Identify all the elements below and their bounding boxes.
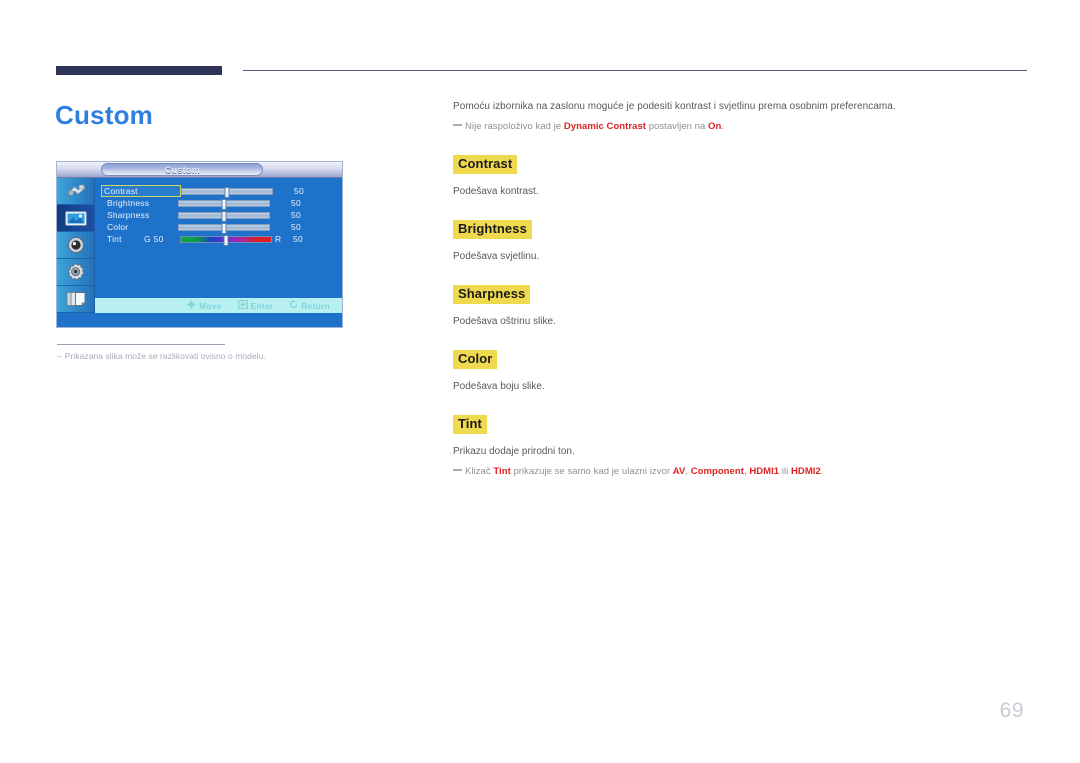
description-column: Pomoću izbornika na zaslonu moguće je po… xyxy=(453,100,1028,479)
osd-sidebar xyxy=(57,178,95,313)
note-dash-icon xyxy=(453,469,462,472)
osd-row-value: 50 xyxy=(290,222,301,232)
osd-row-label: Brightness xyxy=(107,197,150,208)
osd-row-value: 50 xyxy=(292,234,303,244)
contrast-slider[interactable] xyxy=(181,186,273,198)
footnote-dash: – xyxy=(57,351,62,361)
multi-control-pages-icon xyxy=(65,290,87,308)
osd-row-value: 50 xyxy=(290,210,301,220)
slider-knob[interactable] xyxy=(223,234,229,246)
section-heading: Sharpness xyxy=(453,285,531,304)
section-heading: Brightness xyxy=(453,220,532,239)
sidebar-item-setup[interactable] xyxy=(57,259,94,286)
return-arrow-icon xyxy=(289,300,298,311)
tint-note-accent-hdmi1: HDMI1 xyxy=(749,466,780,477)
note-text-before: Nije raspoloživo kad je xyxy=(465,121,564,132)
intro-paragraph: Pomoću izbornika na zaslonu moguće je po… xyxy=(453,101,896,112)
sharpness-slider[interactable] xyxy=(178,210,270,222)
osd-hint-label: Enter xyxy=(250,300,274,311)
tint-slider[interactable] xyxy=(180,234,272,246)
left-note-rule xyxy=(57,344,225,345)
section-contrast: Contrast Podešava kontrast. xyxy=(453,155,1028,199)
note-dash-icon xyxy=(453,124,462,127)
section-description: Prikazu dodaje prirodni ton. xyxy=(453,446,575,457)
page-title: Custom xyxy=(55,100,153,130)
tint-note-after: . xyxy=(820,466,824,477)
page-number: 69 xyxy=(999,699,1024,722)
header-rule-thin xyxy=(243,70,1027,71)
section-heading: Contrast xyxy=(453,155,518,174)
section-description: Podešava oštrinu slike. xyxy=(453,316,556,327)
note-text-after: . xyxy=(721,121,725,132)
tint-note-before: Klizač xyxy=(465,466,494,477)
enter-key-icon xyxy=(237,299,248,311)
section-tint: Tint Prikazu dodaje prirodni ton. Klizač… xyxy=(453,415,1028,479)
setup-gear-icon xyxy=(65,262,86,282)
tint-note-accent-av: AV xyxy=(672,466,686,477)
osd-title: Custom xyxy=(101,163,264,176)
intro-note: Nije raspoloživo kad je Dynamic Contrast… xyxy=(453,120,1028,134)
osd-footer-hints: Move Enter Return xyxy=(95,298,342,313)
section-description: Podešava kontrast. xyxy=(453,186,539,197)
header-rule-thick xyxy=(56,66,222,75)
slider-knob[interactable] xyxy=(221,210,227,222)
tint-red-label: R xyxy=(275,234,282,244)
tint-note-middle: prikazuje se samo kad je ulazni izvor xyxy=(510,466,673,477)
osd-row-contrast[interactable]: Contrast 50 xyxy=(95,185,342,198)
tint-note: Klizač Tint prikazuje se samo kad je ula… xyxy=(453,465,1028,479)
osd-row-value: 50 xyxy=(290,198,301,208)
note-text-middle: postavljen na xyxy=(646,121,709,132)
osd-titlebar: Custom xyxy=(57,162,342,178)
osd-body: Contrast 50 Brightness 50 Sharpness 50 C… xyxy=(57,178,342,313)
osd-row-color[interactable]: Color 50 xyxy=(95,221,342,234)
sidebar-item-input-source[interactable] xyxy=(57,178,94,205)
osd-row-label: Contrast xyxy=(101,185,181,197)
slider-knob[interactable] xyxy=(221,222,227,234)
sound-speaker-icon xyxy=(66,236,86,254)
note-accent-dynamic-contrast: Dynamic Contrast xyxy=(563,121,646,132)
slider-knob[interactable] xyxy=(221,198,227,210)
note-accent-on: On xyxy=(708,121,722,132)
tint-note-accent-hdmi2: HDMI2 xyxy=(791,466,821,477)
osd-row-label: Sharpness xyxy=(107,209,150,220)
sidebar-item-multi-control[interactable] xyxy=(57,286,94,313)
osd-hint-return: Return xyxy=(289,300,330,311)
tint-note-accent-tint: Tint xyxy=(493,466,511,477)
osd-row-sharpness[interactable]: Sharpness 50 xyxy=(95,209,342,222)
tv-osd-screenshot: Custom Contrast 50 Brightness 50 Sharpne… xyxy=(56,161,343,328)
osd-hint-label: Return xyxy=(301,300,330,311)
osd-settings-list: Contrast 50 Brightness 50 Sharpness 50 C… xyxy=(95,178,342,313)
section-heading: Color xyxy=(453,350,498,369)
osd-row-brightness[interactable]: Brightness 50 xyxy=(95,197,342,210)
slider-knob[interactable] xyxy=(224,186,230,198)
input-source-icon xyxy=(65,183,87,199)
sidebar-item-sound[interactable] xyxy=(57,232,94,259)
brightness-slider[interactable] xyxy=(178,198,270,210)
tint-green-value: G 50 xyxy=(144,234,164,244)
osd-row-tint[interactable]: Tint G 50 R 50 xyxy=(95,233,342,246)
section-color: Color Podešava boju slike. xyxy=(453,350,1028,394)
osd-row-label: Tint xyxy=(107,233,122,244)
osd-hint-label: Move xyxy=(199,300,222,311)
picture-icon xyxy=(64,210,88,227)
footnote-text: Prikazana slika može se razlikovati ovis… xyxy=(64,351,266,361)
tint-note-accent-component: Component xyxy=(690,466,744,477)
osd-hint-move: Move xyxy=(187,300,222,311)
section-description: Podešava svjetlinu. xyxy=(453,251,540,262)
osd-row-value: 50 xyxy=(293,186,304,196)
section-description: Podešava boju slike. xyxy=(453,381,545,392)
manual-page: Custom Custom Contrast 50 Brightness 50 … xyxy=(0,0,1080,763)
tint-note-sep3: ili xyxy=(779,466,792,477)
osd-row-label: Color xyxy=(107,221,129,232)
section-sharpness: Sharpness Podešava oštrinu slike. xyxy=(453,285,1028,329)
sidebar-item-picture[interactable] xyxy=(57,205,94,232)
move-dpad-icon xyxy=(187,300,196,311)
section-heading: Tint xyxy=(453,415,487,434)
section-brightness: Brightness Podešava svjetlinu. xyxy=(453,220,1028,264)
left-footnote: – Prikazana slika može se razlikovati ovi… xyxy=(57,351,266,361)
osd-hint-enter: Enter xyxy=(237,299,274,311)
color-slider[interactable] xyxy=(178,222,270,234)
